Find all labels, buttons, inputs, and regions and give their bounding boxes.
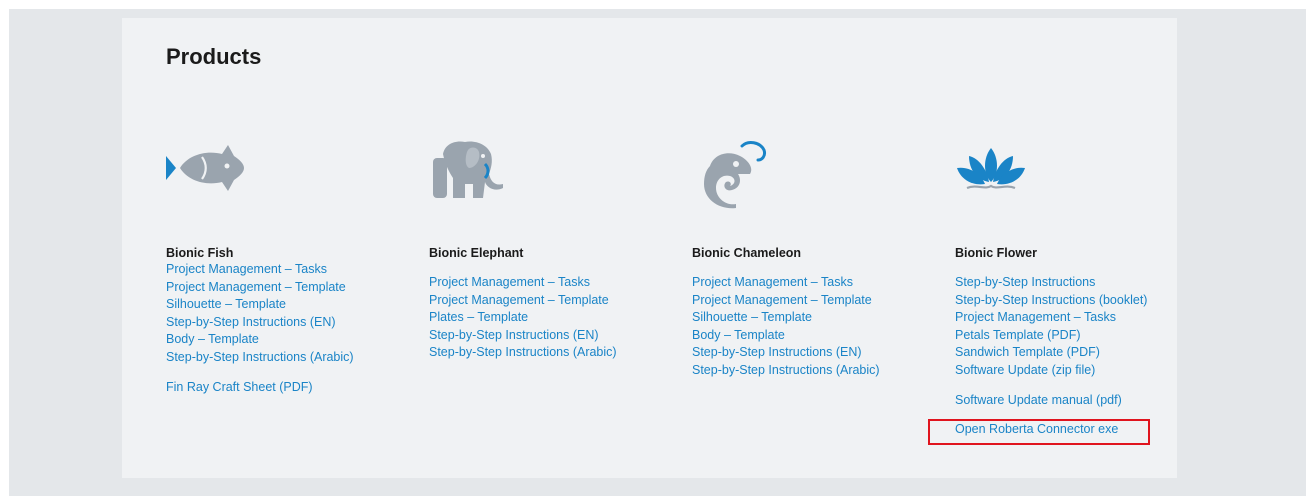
link-elephant-pm-tasks[interactable]: Project Management – Tasks <box>429 274 617 292</box>
highlight-box <box>928 419 1150 445</box>
link-flower-pm-tasks[interactable]: Project Management – Tasks <box>955 309 1147 327</box>
link-fish-silhouette-template[interactable]: Silhouette – Template <box>166 296 354 314</box>
link-elephant-pm-template[interactable]: Project Management – Template <box>429 292 617 310</box>
link-chameleon-pm-template[interactable]: Project Management – Template <box>692 292 880 310</box>
link-elephant-instructions-arabic[interactable]: Step-by-Step Instructions (Arabic) <box>429 344 617 362</box>
products-card: Products Bionic Fish Project Management … <box>122 18 1177 478</box>
link-elephant-instructions-en[interactable]: Step-by-Step Instructions (EN) <box>429 327 617 345</box>
link-fish-pm-template[interactable]: Project Management – Template <box>166 279 354 297</box>
link-flower-instructions-booklet[interactable]: Step-by-Step Instructions (booklet) <box>955 292 1147 310</box>
link-flower-software-update-manual[interactable]: Software Update manual (pdf) <box>955 392 1147 410</box>
link-fish-body-template[interactable]: Body – Template <box>166 331 354 349</box>
link-flower-sandwich-template[interactable]: Sandwich Template (PDF) <box>955 344 1147 362</box>
product-title: Bionic Chameleon <box>692 246 802 260</box>
link-chameleon-pm-tasks[interactable]: Project Management – Tasks <box>692 274 880 292</box>
link-fish-fin-ray-craft-sheet[interactable]: Fin Ray Craft Sheet (PDF) <box>166 379 354 397</box>
link-fish-pm-tasks[interactable]: Project Management – Tasks <box>166 261 354 279</box>
product-links: Project Management – Tasks Project Manag… <box>166 261 354 396</box>
product-links: Step-by-Step Instructions Step-by-Step I… <box>955 274 1147 439</box>
fish-icon <box>166 145 244 191</box>
chameleon-icon <box>704 141 766 209</box>
product-title: Bionic Elephant <box>429 246 524 260</box>
link-chameleon-instructions-arabic[interactable]: Step-by-Step Instructions (Arabic) <box>692 362 880 380</box>
elephant-icon <box>433 141 503 198</box>
link-chameleon-body-template[interactable]: Body – Template <box>692 327 880 345</box>
product-title: Bionic Flower <box>955 246 1037 260</box>
product-title: Bionic Fish <box>166 246 234 260</box>
page-title: Products <box>166 44 262 69</box>
link-flower-instructions[interactable]: Step-by-Step Instructions <box>955 274 1147 292</box>
product-links: Project Management – Tasks Project Manag… <box>429 274 617 362</box>
link-fish-instructions-en[interactable]: Step-by-Step Instructions (EN) <box>166 314 354 332</box>
link-flower-petals-template[interactable]: Petals Template (PDF) <box>955 327 1147 345</box>
product-links: Project Management – Tasks Project Manag… <box>692 274 880 380</box>
link-fish-instructions-arabic[interactable]: Step-by-Step Instructions (Arabic) <box>166 349 354 367</box>
link-flower-software-update-zip[interactable]: Software Update (zip file) <box>955 362 1147 380</box>
link-elephant-plates-template[interactable]: Plates – Template <box>429 309 617 327</box>
link-chameleon-silhouette-template[interactable]: Silhouette – Template <box>692 309 880 327</box>
lotus-flower-icon <box>957 148 1025 190</box>
link-chameleon-instructions-en[interactable]: Step-by-Step Instructions (EN) <box>692 344 880 362</box>
